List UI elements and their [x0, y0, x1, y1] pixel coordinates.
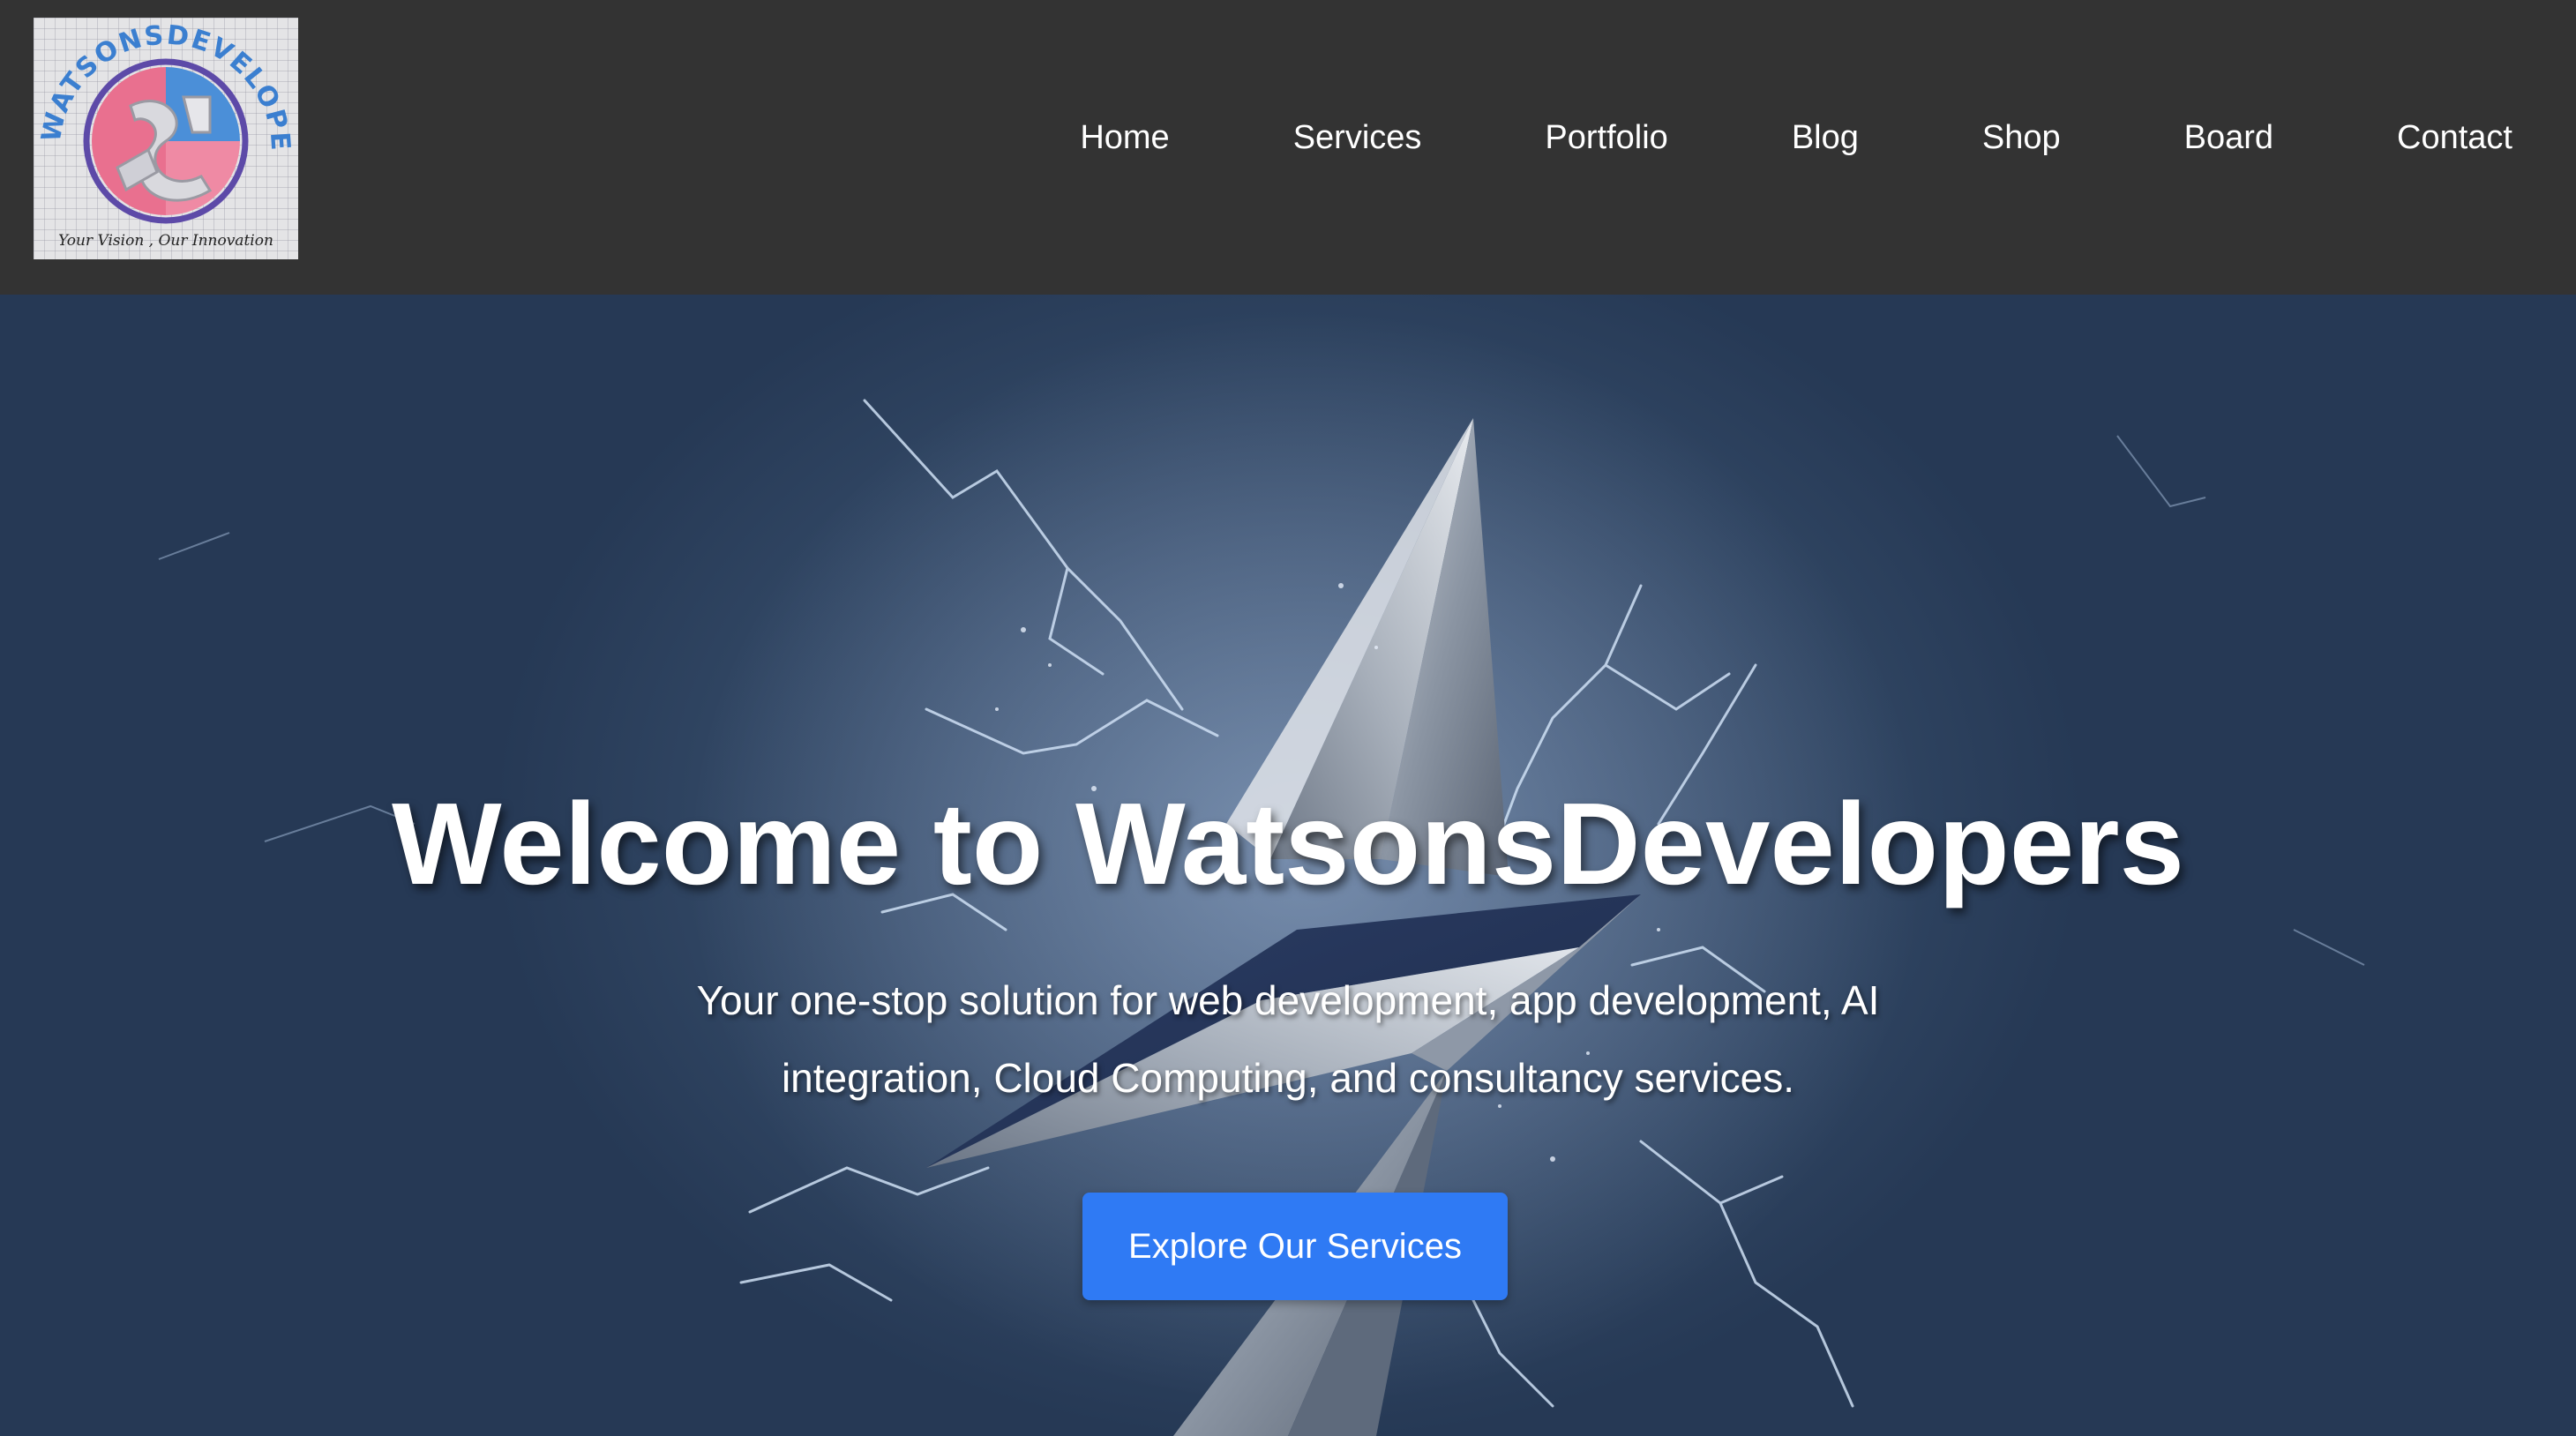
site-header: WATSONSDEVELOPERS Your Vision , Our Inno… — [0, 0, 2576, 295]
nav-board-link[interactable]: Board — [2184, 106, 2273, 169]
nav-portfolio-link[interactable]: Portfolio — [1545, 106, 1667, 169]
watsonsdevelopers-logo-icon: WATSONSDEVELOPERS Your Vision , Our Inno… — [34, 18, 294, 250]
hero-section: Welcome to WatsonsDevelopers Your one-st… — [0, 295, 2576, 1436]
main-nav: Home Services Portfolio Blog Shop Board … — [1080, 106, 2512, 169]
hero-subtitle: Your one-stop solution for web developme… — [696, 977, 1880, 1101]
svg-text:Your Vision , Our Innovation: Your Vision , Our Innovation — [58, 232, 273, 250]
hero-title: Welcome to WatsonsDevelopers — [392, 779, 2184, 909]
explore-services-button[interactable]: Explore Our Services — [1082, 1193, 1508, 1300]
nav-home-link[interactable]: Home — [1080, 106, 1169, 169]
nav-services-link[interactable]: Services — [1293, 106, 1422, 169]
nav-contact-link[interactable]: Contact — [2397, 106, 2512, 169]
nav-blog-link[interactable]: Blog — [1792, 106, 1859, 169]
site-logo[interactable]: WATSONSDEVELOPERS Your Vision , Our Inno… — [34, 18, 298, 259]
nav-shop-link[interactable]: Shop — [1982, 106, 2061, 169]
